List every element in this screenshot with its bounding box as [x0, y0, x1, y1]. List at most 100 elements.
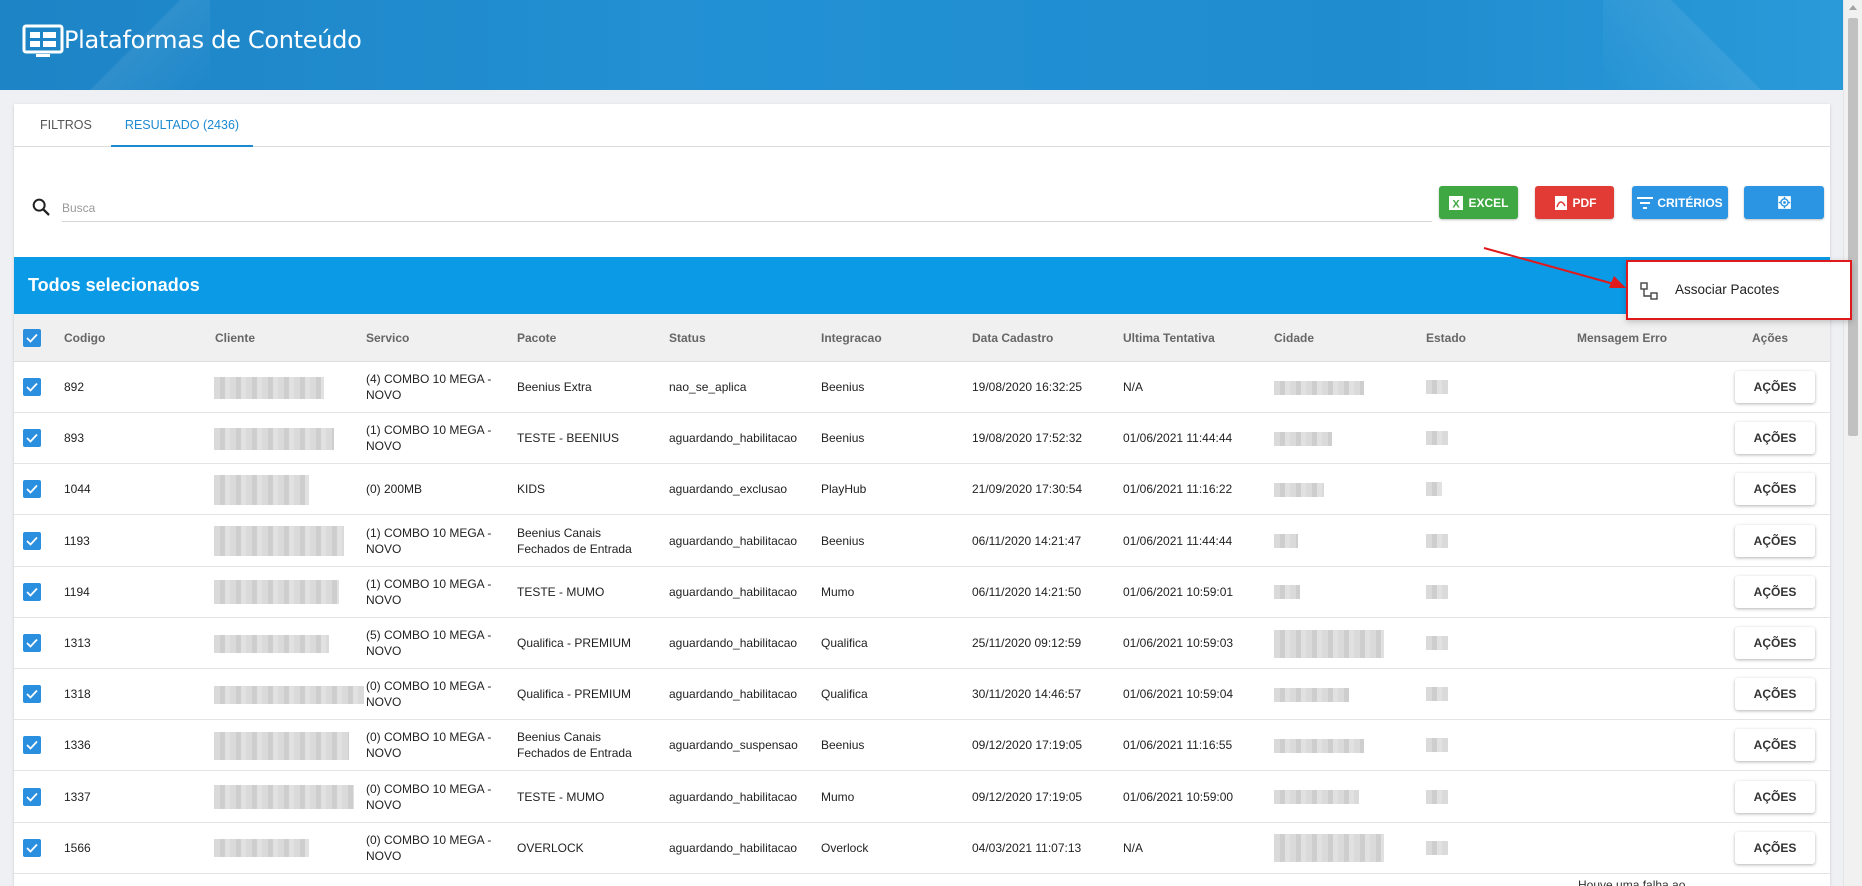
column-header-integracao[interactable]: Integracao — [821, 331, 882, 345]
row-checkbox[interactable] — [23, 531, 41, 550]
cell-data-cadastro: 19/08/2020 16:32:25 — [972, 380, 1083, 394]
table-row: 1194 (1) COMBO 10 MEGA - NOVO TESTE - MU… — [14, 567, 1830, 618]
filter-list-icon — [1637, 196, 1654, 209]
cell-cliente-redacted — [214, 685, 364, 704]
row-actions-button[interactable]: AÇÕES — [1735, 678, 1815, 711]
row-actions-button[interactable]: AÇÕES — [1735, 473, 1815, 506]
cell-pacote: TESTE - MUMO — [517, 584, 605, 599]
row-checkbox[interactable] — [23, 838, 41, 857]
table-row: 892 (4) COMBO 10 MEGA - NOVO Beenius Ext… — [14, 362, 1830, 413]
table-row: 1044 (0) 200MB KIDS aguardando_exclusao … — [14, 464, 1830, 516]
row-actions-button[interactable]: AÇÕES — [1735, 729, 1815, 762]
select-all-checkbox[interactable] — [23, 329, 41, 347]
tab-filtros[interactable]: FILTROS — [40, 104, 92, 147]
row-checkbox[interactable] — [23, 378, 41, 396]
row-actions-button[interactable]: AÇÕES — [1735, 780, 1815, 813]
cell-data-cadastro: 30/11/2020 14:46:57 — [972, 687, 1082, 702]
cell-estado-redacted — [1426, 533, 1448, 548]
scroll-up-arrow-icon[interactable] — [1849, 5, 1857, 10]
associar-pacotes-label: Associar Pacotes — [1675, 282, 1780, 297]
tab-resultado[interactable]: RESULTADO (2436) — [111, 104, 253, 147]
check-icon — [26, 536, 38, 546]
column-settings-button[interactable] — [1744, 186, 1824, 219]
cell-pacote: Qualifica - PREMIUM — [517, 636, 632, 650]
table-row: 1318 (0) COMBO 10 MEGA - NOVO Qualifica … — [14, 669, 1830, 721]
column-header-codigo[interactable]: Codigo — [64, 331, 105, 345]
cell-cliente-redacted — [214, 474, 309, 505]
column-header-servico[interactable]: Servico — [366, 331, 409, 345]
scroll-thumb[interactable] — [1848, 18, 1858, 436]
check-icon — [26, 843, 38, 853]
search-input[interactable] — [62, 194, 1432, 222]
column-header-ultima-tentativa[interactable]: Ultima Tentativa — [1123, 331, 1215, 345]
cell-status: aguardando_habilitacao — [669, 687, 798, 702]
cell-data-cadastro: 19/08/2020 17:52:32 — [972, 431, 1083, 446]
row-actions-button[interactable]: AÇÕES — [1735, 575, 1815, 608]
check-icon — [26, 333, 38, 343]
cell-cidade-redacted — [1274, 738, 1364, 753]
export-excel-button[interactable]: X EXCEL — [1439, 186, 1518, 219]
column-header-status[interactable]: Status — [669, 331, 706, 345]
cell-cliente-redacted — [214, 785, 354, 810]
column-header-data-cadastro[interactable]: Data Cadastro — [972, 331, 1053, 345]
row-actions-button[interactable]: AÇÕES — [1735, 422, 1815, 455]
column-header-cliente[interactable]: Cliente — [215, 331, 255, 345]
cell-ultima-tentativa: 01/06/2021 10:59:01 — [1123, 584, 1234, 599]
cell-data-cadastro: 04/03/2021 11:07:13 — [972, 840, 1082, 855]
cell-status: aguardando_habilitacao — [669, 840, 798, 855]
cell-estado-redacted — [1426, 431, 1448, 446]
partial-error-message: Houve uma falha ao — [1578, 878, 1686, 886]
cell-estado-redacted — [1426, 380, 1448, 394]
cell-cidade-redacted — [1274, 380, 1364, 395]
row-checkbox[interactable] — [23, 787, 41, 806]
cell-ultima-tentativa: N/A — [1123, 380, 1144, 394]
search-icon — [32, 198, 50, 216]
cell-ultima-tentativa: 01/06/2021 10:59:00 — [1123, 789, 1234, 804]
row-checkbox[interactable] — [23, 736, 41, 755]
cell-estado-redacted — [1426, 482, 1442, 497]
cell-cliente-redacted — [214, 731, 349, 760]
cell-cidade-redacted — [1274, 585, 1300, 600]
cell-servico: (0) COMBO 10 MEGA - NOVO — [366, 679, 492, 710]
cell-data-cadastro: 09/12/2020 17:19:05 — [972, 789, 1083, 804]
page-title: Plataformas de Conteúdo — [64, 26, 362, 54]
cell-integracao: Overlock — [821, 840, 869, 855]
criteria-button[interactable]: CRITÉRIOS — [1632, 186, 1728, 219]
svg-text:X: X — [1453, 198, 1461, 210]
cell-servico: (1) COMBO 10 MEGA - NOVO — [366, 423, 492, 454]
cell-pacote: TESTE - MUMO — [517, 789, 605, 804]
results-card: FILTROS RESULTADO (2436) X EXCEL PDF CRI… — [14, 104, 1830, 886]
cell-estado-redacted — [1426, 840, 1448, 855]
row-actions-button[interactable]: AÇÕES — [1735, 524, 1815, 557]
cell-status: aguardando_habilitacao — [669, 584, 798, 599]
cell-estado-redacted — [1426, 636, 1448, 650]
page-scrollbar[interactable] — [1843, 0, 1862, 886]
table-row: 1336 (0) COMBO 10 MEGA - NOVO Beenius Ca… — [14, 720, 1830, 772]
row-checkbox[interactable] — [23, 480, 41, 499]
row-actions-button[interactable]: AÇÕES — [1735, 831, 1815, 864]
column-header-estado[interactable]: Estado — [1426, 331, 1466, 345]
cell-estado-redacted — [1426, 789, 1448, 804]
row-checkbox[interactable] — [23, 685, 41, 704]
column-header-pacote[interactable]: Pacote — [517, 331, 556, 345]
cell-data-cadastro: 06/11/2020 14:21:50 — [972, 584, 1082, 599]
cell-codigo: 1336 — [64, 738, 91, 753]
cell-codigo: 1318 — [64, 687, 91, 702]
cell-cliente-redacted — [214, 376, 324, 399]
associar-pacotes-menu-item[interactable]: Associar Pacotes — [1628, 262, 1850, 318]
row-checkbox[interactable] — [23, 634, 41, 652]
column-header-mensagem-erro[interactable]: Mensagem Erro — [1577, 331, 1667, 345]
row-checkbox[interactable] — [23, 582, 41, 601]
row-checkbox[interactable] — [23, 429, 41, 448]
cell-integracao: Mumo — [821, 584, 855, 599]
row-actions-button[interactable]: AÇÕES — [1735, 371, 1815, 403]
export-pdf-button[interactable]: PDF — [1535, 186, 1614, 219]
check-icon — [26, 741, 38, 751]
cell-codigo: 1194 — [64, 584, 90, 599]
column-header-cidade[interactable]: Cidade — [1274, 331, 1314, 345]
cell-servico: (1) COMBO 10 MEGA - NOVO — [366, 576, 492, 607]
row-actions-button[interactable]: AÇÕES — [1735, 627, 1815, 659]
cell-integracao: Qualifica — [821, 636, 868, 650]
cell-pacote: OVERLOCK — [517, 840, 584, 855]
cell-codigo: 1566 — [64, 840, 91, 855]
